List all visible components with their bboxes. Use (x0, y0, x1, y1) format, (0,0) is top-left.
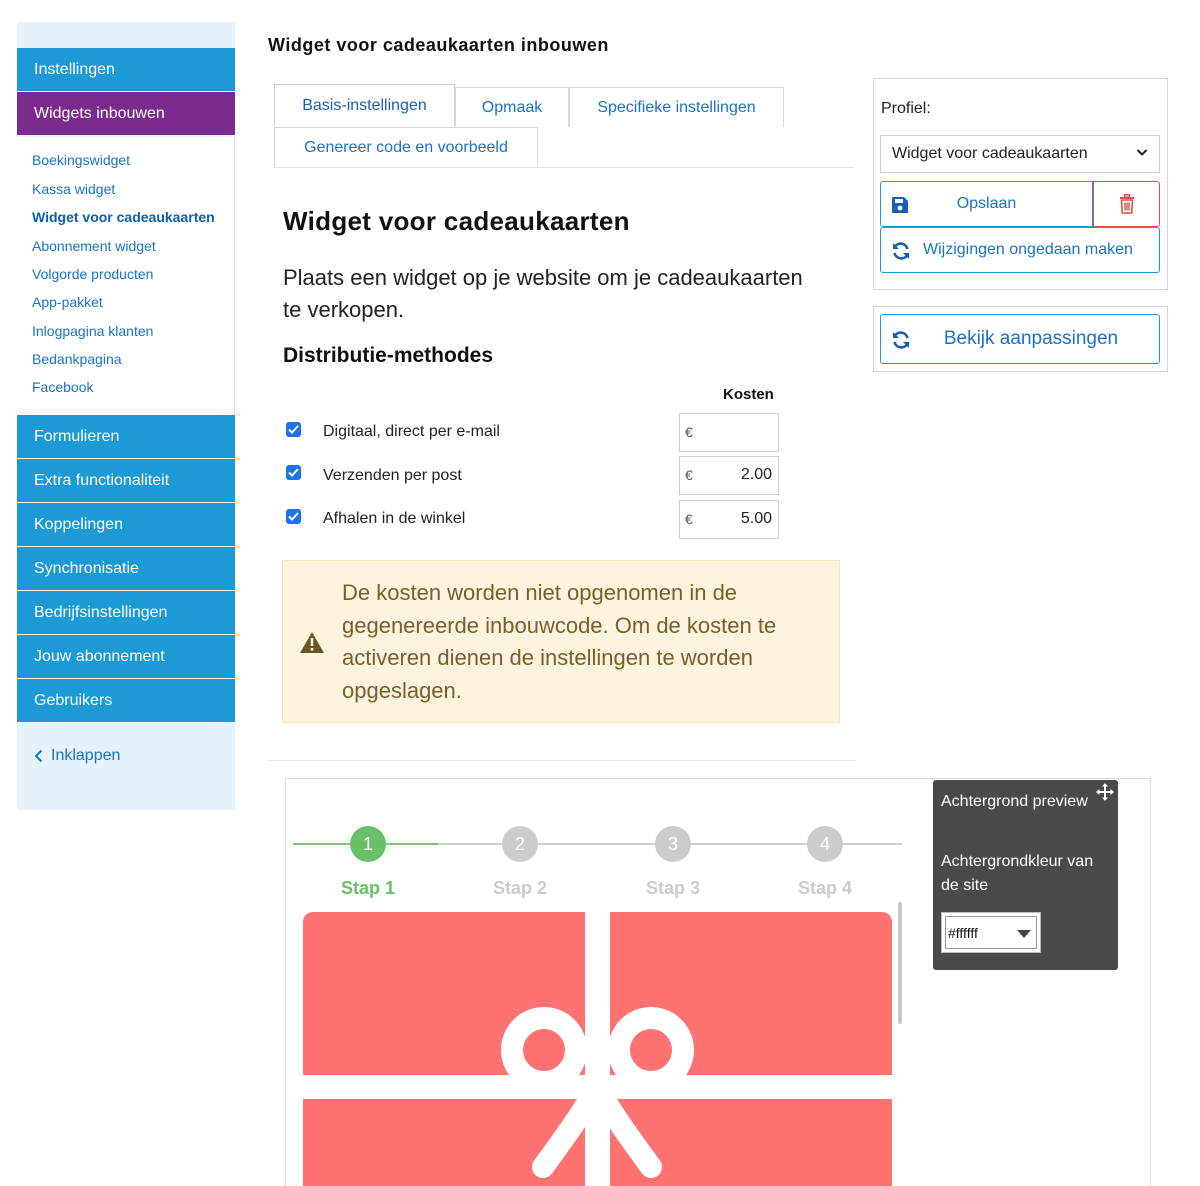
chevron-down-icon (1136, 149, 1148, 156)
method-label-post: Verzenden per post (323, 467, 462, 484)
step-2-circle[interactable]: 2 (502, 826, 538, 862)
view-changes-button[interactable]: Bekijk aanpassingen (880, 314, 1160, 364)
tab-genereer-code[interactable]: Genereer code en voorbeeld (274, 127, 538, 167)
submenu-item-bedankpagina[interactable]: Bedankpagina (32, 351, 122, 367)
checkmark-icon (288, 425, 299, 434)
warning-triangle-icon (300, 632, 324, 653)
save-button[interactable]: Opslaan (880, 181, 1093, 227)
preview-scrollbar[interactable] (898, 902, 902, 1024)
cost-input-digitaal[interactable]: € (679, 413, 779, 452)
refresh-icon (893, 242, 909, 260)
profile-select-value: Widget voor cadeaukaarten (892, 145, 1088, 162)
sidebar-item-extra-functionaliteit[interactable]: Extra functionaliteit (17, 459, 235, 502)
step-3-label: Stap 3 (645, 878, 701, 898)
background-preview-title: Achtergrond preview (941, 793, 1088, 810)
sidebar-item-synchronisatie[interactable]: Synchronisatie (17, 547, 235, 590)
background-color-label: Achtergrondkleur van de site (941, 853, 1094, 894)
checkmark-icon (288, 512, 299, 521)
warning-alert: De kosten worden niet opgenomen in de ge… (282, 560, 840, 723)
currency-symbol: € (685, 424, 693, 440)
method-label-afhalen: Afhalen in de winkel (323, 510, 466, 527)
section-divider (268, 760, 856, 761)
step-1-label: Stap 1 (340, 878, 396, 898)
submenu-item-app-pakket[interactable]: App-pakket (32, 294, 103, 310)
submenu-item-kassa-widget[interactable]: Kassa widget (32, 181, 115, 197)
sidebar-item-jouw-abonnement[interactable]: Jouw abonnement (17, 635, 235, 678)
trash-icon (1119, 194, 1134, 214)
currency-symbol: € (685, 467, 693, 483)
checkbox-digitaal[interactable] (286, 422, 301, 437)
cost-value: 5.00 (740, 510, 772, 527)
step-4-circle[interactable]: 4 (807, 826, 843, 862)
sidebar-collapse-label: Inklappen (51, 747, 121, 764)
step-2-label: Stap 2 (492, 878, 548, 898)
sidebar-item-formulieren[interactable]: Formulieren (17, 415, 235, 458)
checkbox-afhalen[interactable] (286, 509, 301, 524)
submenu-item-facebook[interactable]: Facebook (32, 379, 93, 395)
sidebar: Instellingen Widgets inbouwen Boekingswi… (17, 22, 235, 810)
intro-text: Plaats een widget op je website om je ca… (283, 265, 803, 322)
checkbox-post[interactable] (286, 465, 301, 480)
gift-card-image (303, 912, 892, 1186)
tab-opmaak[interactable]: Opmaak (455, 87, 569, 127)
sidebar-item-widgets-inbouwen[interactable]: Widgets inbouwen (17, 92, 235, 135)
sidebar-collapse-link[interactable]: Inklappen (34, 747, 120, 765)
step-1-circle[interactable]: 1 (350, 826, 386, 862)
undo-changes-button[interactable]: Wijzigingen ongedaan maken (880, 227, 1160, 273)
submenu-item-volgorde-producten[interactable]: Volgorde producten (32, 266, 153, 282)
cost-input-afhalen[interactable]: € 5.00 (679, 500, 779, 539)
sidebar-submenu: Boekingswidget Kassa widget Widget voor … (17, 137, 235, 415)
sidebar-item-gebruikers[interactable]: Gebruikers (17, 679, 235, 722)
sidebar-item-koppelingen[interactable]: Koppelingen (17, 503, 235, 546)
submenu-item-inlogpagina-klanten[interactable]: Inlogpagina klanten (32, 323, 153, 339)
tabs-divider (274, 167, 854, 168)
warning-text: De kosten worden niet opgenomen in de ge… (342, 580, 777, 703)
section-heading: Widget voor cadeaukaarten (283, 206, 630, 236)
cost-value: 2.00 (740, 466, 772, 483)
gift-ribbon-icon (303, 912, 892, 1186)
sidebar-item-instellingen[interactable]: Instellingen (17, 48, 235, 91)
distribution-heading: Distributie-methodes (283, 344, 494, 367)
chevron-left-icon (34, 749, 43, 763)
tab-basis-instellingen[interactable]: Basis-instellingen (274, 84, 455, 126)
profile-label: Profiel: (881, 100, 931, 117)
submenu-item-abonnement-widget[interactable]: Abonnement widget (32, 238, 156, 254)
profile-select[interactable]: Widget voor cadeaukaarten (880, 135, 1160, 173)
cost-input-post[interactable]: € 2.00 (679, 456, 779, 495)
step-4-label: Stap 4 (797, 878, 853, 898)
undo-button-label: Wijzigingen ongedaan maken (923, 241, 1133, 258)
page-title: Widget voor cadeaukaarten inbouwen (268, 35, 609, 55)
currency-symbol: € (685, 511, 693, 527)
method-label-digitaal: Digitaal, direct per e-mail (323, 423, 500, 440)
submenu-item-boekingswidget[interactable]: Boekingswidget (32, 152, 130, 168)
submenu-item-cadeaukaarten-widget[interactable]: Widget voor cadeaukaarten (32, 209, 215, 225)
delete-button[interactable] (1093, 181, 1160, 227)
tab-specifieke-instellingen[interactable]: Specifieke instellingen (569, 87, 784, 127)
checkmark-icon (288, 468, 299, 477)
save-button-label: Opslaan (956, 195, 1017, 212)
view-changes-label: Bekijk aanpassingen (943, 328, 1119, 349)
caret-down-icon (1017, 930, 1031, 938)
background-color-select[interactable]: #ffffff (941, 912, 1041, 953)
step-3-circle[interactable]: 3 (655, 826, 691, 862)
cost-column-label: Kosten (723, 386, 774, 403)
sidebar-item-bedrijfsinstellingen[interactable]: Bedrijfsinstellingen (17, 591, 235, 634)
move-arrows-icon[interactable] (1096, 783, 1114, 801)
